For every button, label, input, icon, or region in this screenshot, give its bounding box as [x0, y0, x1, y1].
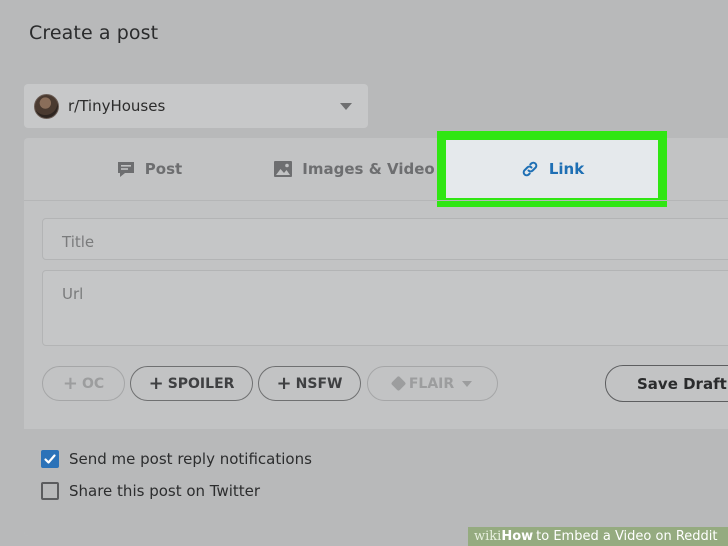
oc-button[interactable]: + OC — [42, 366, 125, 401]
page: Create a post r/TinyHouses Post Images &… — [0, 0, 728, 546]
chevron-down-icon[interactable] — [340, 103, 352, 110]
avatar — [34, 93, 59, 119]
tab-post[interactable]: Post — [64, 138, 234, 200]
post-icon — [116, 159, 136, 179]
oc-label: OC — [81, 375, 105, 392]
community-name: r/TinyHouses — [68, 97, 166, 115]
watermark-rest: to Embed a Video on Reddit — [536, 529, 718, 544]
tab-post-label: Post — [144, 160, 183, 178]
tab-images-video[interactable]: Images & Video — [249, 138, 459, 200]
flair-label: FLAIR — [408, 375, 455, 392]
tab-link-label: Link — [548, 160, 585, 178]
chevron-down-icon — [462, 380, 473, 387]
community-picker[interactable]: r/TinyHouses — [24, 84, 368, 128]
spoiler-button[interactable]: + SPOILER — [130, 366, 253, 401]
notifications-option[interactable]: Send me post reply notifications — [41, 450, 312, 468]
flair-button[interactable]: FLAIR — [367, 366, 498, 401]
link-icon — [520, 159, 540, 179]
tab-link[interactable]: Link — [437, 131, 667, 207]
share-twitter-option[interactable]: Share this post on Twitter — [41, 482, 260, 500]
post-type-tabs: Post Images & Video Link — [24, 131, 728, 207]
post-composer: Post Images & Video Link Title Url + OC … — [24, 131, 728, 536]
checkmark-icon — [44, 454, 56, 464]
wikihow-watermark: wiki How to Embed a Video on Reddit — [468, 527, 728, 546]
spoiler-label: SPOILER — [167, 375, 235, 392]
title-input[interactable]: Title — [42, 218, 728, 260]
share-twitter-checkbox[interactable] — [41, 482, 59, 500]
save-draft-button[interactable]: Save Draft — [605, 365, 728, 402]
notifications-checkbox[interactable] — [41, 450, 59, 468]
watermark-how: How — [501, 529, 534, 544]
share-twitter-label: Share this post on Twitter — [69, 482, 261, 500]
plus-icon: + — [276, 373, 292, 394]
nsfw-button[interactable]: + NSFW — [258, 366, 361, 401]
plus-icon: + — [148, 373, 164, 394]
url-input[interactable]: Url — [42, 270, 728, 346]
tag-icon — [390, 375, 407, 392]
page-title: Create a post — [29, 22, 159, 44]
notifications-label: Send me post reply notifications — [69, 450, 312, 468]
nsfw-label: NSFW — [295, 375, 343, 392]
watermark-wiki: wiki — [474, 529, 502, 544]
plus-icon: + — [62, 373, 78, 394]
tabs-divider — [24, 200, 728, 201]
image-icon — [273, 159, 293, 179]
tab-images-video-label: Images & Video — [302, 160, 435, 178]
